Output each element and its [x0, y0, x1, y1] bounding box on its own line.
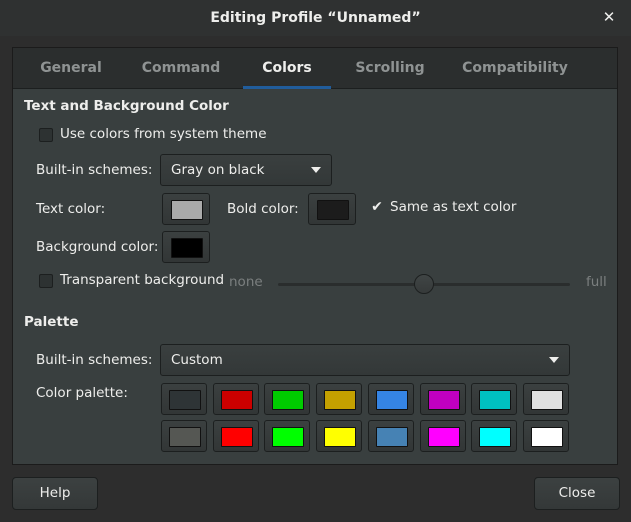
palette-color-swatch: [479, 390, 511, 410]
palette-color-button[interactable]: [523, 383, 569, 415]
slider-min-label: none: [229, 274, 263, 290]
palette-color-button[interactable]: [368, 420, 414, 452]
same-as-text-checkbox[interactable]: ✔: [370, 200, 384, 214]
palette-color-swatch: [479, 427, 511, 447]
title-bar: Editing Profile “Unnamed” ✕: [0, 0, 631, 36]
tab-scrolling[interactable]: Scrolling: [347, 48, 433, 89]
text-color-label: Text color:: [36, 201, 106, 217]
tab-bar: General Command Colors Scrolling Compati…: [13, 48, 617, 89]
text-color-swatch: [171, 200, 203, 220]
chevron-down-icon: [311, 167, 321, 173]
palette-color-button[interactable]: [523, 420, 569, 452]
palette-color-button[interactable]: [471, 420, 517, 452]
palette-color-button[interactable]: [264, 420, 310, 452]
help-button[interactable]: Help: [12, 477, 98, 510]
palette-color-swatch: [169, 427, 201, 447]
palette-color-swatch: [428, 390, 460, 410]
close-icon[interactable]: ✕: [601, 9, 617, 25]
palette-heading: Palette: [24, 314, 79, 330]
palette-color-button[interactable]: [368, 383, 414, 415]
transparency-slider-knob[interactable]: [414, 274, 434, 294]
background-color-button[interactable]: [162, 231, 210, 263]
tab-command[interactable]: Command: [135, 48, 227, 89]
palette-color-swatch: [531, 390, 563, 410]
palette-color-button[interactable]: [213, 383, 259, 415]
tab-colors[interactable]: Colors: [243, 48, 331, 89]
use-system-colors-label[interactable]: Use colors from system theme: [60, 126, 267, 142]
builtin-schemes-combo[interactable]: Gray on black: [160, 154, 332, 186]
palette-color-button[interactable]: [213, 420, 259, 452]
palette-color-swatch: [169, 390, 201, 410]
palette-schemes-label: Built-in schemes:: [36, 352, 153, 368]
text-color-button[interactable]: [162, 193, 210, 225]
background-color-label: Background color:: [36, 239, 159, 255]
palette-schemes-combo[interactable]: Custom: [160, 344, 570, 376]
palette-color-swatch: [324, 427, 356, 447]
palette-color-button[interactable]: [316, 383, 362, 415]
palette-color-swatch: [272, 427, 304, 447]
tab-compatibility[interactable]: Compatibility: [453, 48, 577, 89]
palette-color-swatch: [428, 427, 460, 447]
palette-color-swatch: [221, 427, 253, 447]
bold-color-button[interactable]: [308, 193, 356, 225]
color-palette-label: Color palette:: [36, 385, 128, 401]
palette-color-button[interactable]: [420, 383, 466, 415]
palette-color-swatch: [376, 390, 408, 410]
transparent-bg-label[interactable]: Transparent background: [60, 272, 224, 288]
palette-schemes-value: Custom: [171, 352, 223, 368]
palette-color-button[interactable]: [420, 420, 466, 452]
palette-color-button[interactable]: [264, 383, 310, 415]
builtin-schemes-value: Gray on black: [171, 162, 265, 178]
text-bg-heading: Text and Background Color: [24, 98, 229, 114]
transparent-bg-checkbox[interactable]: [39, 274, 53, 288]
background-color-swatch: [171, 238, 203, 258]
palette-color-button[interactable]: [316, 420, 362, 452]
bold-color-label: Bold color:: [227, 201, 299, 217]
builtin-schemes-label: Built-in schemes:: [36, 162, 153, 178]
palette-color-swatch: [221, 390, 253, 410]
palette-color-swatch: [376, 427, 408, 447]
palette-color-button[interactable]: [471, 383, 517, 415]
use-system-colors-checkbox[interactable]: [39, 128, 53, 142]
window-title: Editing Profile “Unnamed”: [210, 10, 421, 26]
same-as-text-label[interactable]: Same as text color: [390, 199, 516, 215]
tab-general[interactable]: General: [27, 48, 115, 89]
palette-color-button[interactable]: [161, 383, 207, 415]
palette-color-swatch: [272, 390, 304, 410]
chevron-down-icon: [549, 357, 559, 363]
close-button[interactable]: Close: [534, 477, 620, 510]
palette-color-swatch: [531, 427, 563, 447]
palette-color-button[interactable]: [161, 420, 207, 452]
bold-color-swatch: [317, 200, 349, 220]
slider-max-label: full: [586, 274, 607, 290]
palette-color-swatch: [324, 390, 356, 410]
